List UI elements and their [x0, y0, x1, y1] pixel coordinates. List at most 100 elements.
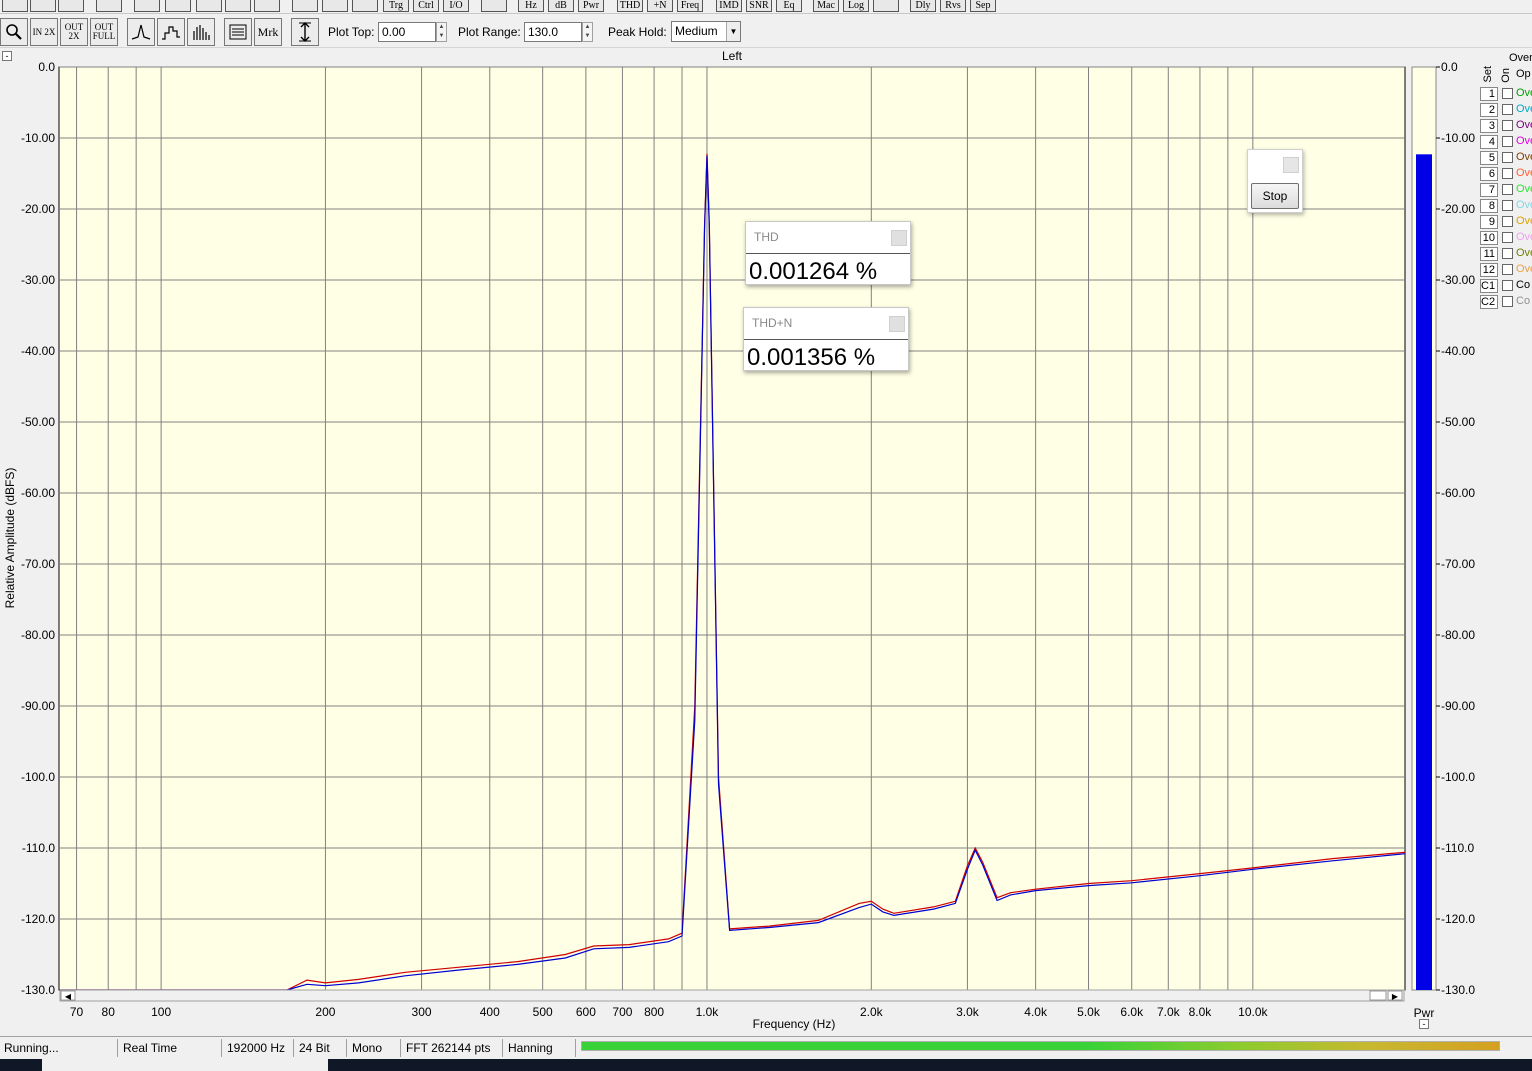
line-plot-icon[interactable] — [127, 18, 155, 46]
collapse-meter-button[interactable]: - — [1419, 1019, 1429, 1029]
overlay-on-checkbox[interactable] — [1502, 168, 1513, 179]
overlay-on-checkbox[interactable] — [1502, 200, 1513, 211]
multitone-icon[interactable] — [254, 0, 280, 12]
print-icon[interactable] — [96, 0, 122, 12]
record-icon[interactable] — [134, 0, 160, 12]
meter-tick-label: -120.0 — [1441, 912, 1475, 926]
scroll-thumb[interactable] — [1369, 990, 1387, 1001]
plot-range-input[interactable]: 130.0 — [524, 22, 582, 42]
close-icon[interactable] — [1283, 157, 1299, 173]
overlay-set-button[interactable]: 1 — [1480, 87, 1498, 101]
loop-icon[interactable] — [352, 0, 378, 12]
new-icon[interactable] — [2, 0, 28, 12]
meter-tick-label: -40.00 — [1441, 344, 1475, 358]
eq-button[interactable]: Eq — [776, 0, 802, 12]
collapse-plot-button[interactable]: - — [2, 51, 12, 61]
play-icon[interactable] — [196, 0, 222, 12]
fft-icon[interactable] — [292, 0, 318, 12]
plot-top-spinner[interactable]: ▲ ▼ — [436, 22, 447, 42]
plot-range-spinner[interactable]: ▲ ▼ — [582, 22, 593, 42]
rvs-button[interactable]: Rvs — [940, 0, 966, 12]
overlay-row: C1 Co — [1478, 278, 1532, 294]
thd-button[interactable]: THD — [617, 0, 643, 12]
ctrl-button[interactable]: Ctrl — [413, 0, 439, 12]
overlay-on-checkbox[interactable] — [1502, 280, 1513, 291]
overlay-on-checkbox[interactable] — [1502, 264, 1513, 275]
stop-window[interactable]: Stop — [1247, 149, 1303, 213]
io-button[interactable]: I/O — [443, 0, 469, 12]
overlay-on-checkbox[interactable] — [1502, 120, 1513, 131]
overlay-set-button[interactable]: 6 — [1480, 167, 1498, 181]
sep-button[interactable]: Sep — [970, 0, 996, 12]
generator-icon[interactable] — [165, 0, 191, 12]
alarm-icon[interactable] — [873, 0, 899, 12]
save-icon[interactable] — [58, 0, 84, 12]
dly-button[interactable]: Dly — [910, 0, 936, 12]
marker-button[interactable]: Mrk — [254, 18, 282, 46]
overlay-on-checkbox[interactable] — [1502, 296, 1513, 307]
stop-button[interactable]: Stop — [1251, 183, 1299, 209]
overlay-set-button[interactable]: 12 — [1480, 263, 1498, 277]
db-button[interactable]: dB — [548, 0, 574, 12]
overlay-set-button[interactable]: C2 — [1480, 295, 1498, 309]
x-tick-label: 80 — [102, 1005, 116, 1019]
overlay-set-button[interactable]: 3 — [1480, 119, 1498, 133]
overlay-name: Ove — [1516, 151, 1532, 163]
freq-button[interactable]: Freq — [677, 0, 703, 12]
overlay-set-button[interactable]: 7 — [1480, 183, 1498, 197]
close-icon[interactable] — [889, 316, 905, 332]
taskbar-search[interactable] — [42, 1059, 328, 1071]
log-button[interactable]: Log — [843, 0, 869, 12]
list-icon[interactable] — [224, 18, 252, 46]
clock-icon[interactable] — [481, 0, 507, 12]
chevron-down-icon[interactable]: ▼ — [726, 22, 740, 41]
plot-background — [58, 66, 1406, 991]
overlay-set-button[interactable]: 9 — [1480, 215, 1498, 229]
app-window: Trg Ctrl I/O Hz dB Pwr THD +N Freq IMD S… — [0, 0, 1532, 1071]
overlay-set-button[interactable]: 2 — [1480, 103, 1498, 117]
out-2x-button[interactable]: OUT 2X — [60, 18, 88, 46]
snr-button[interactable]: SNR — [746, 0, 772, 12]
in-2x-button[interactable]: IN 2X — [30, 18, 58, 46]
close-icon[interactable] — [891, 230, 907, 246]
overlay-on-checkbox[interactable] — [1502, 136, 1513, 147]
scope-icon[interactable] — [322, 0, 348, 12]
plot-top-input[interactable]: 0.00 — [378, 22, 436, 42]
plot-toolbar: IN 2X OUT 2X OUT FULL Mrk Plot Top: 0.00… — [0, 16, 1532, 48]
overlay-on-checkbox[interactable] — [1502, 88, 1513, 99]
overlay-on-checkbox[interactable] — [1502, 248, 1513, 259]
overlay-set-button[interactable]: 8 — [1480, 199, 1498, 213]
imd-button[interactable]: IMD — [716, 0, 742, 12]
thd-n-button[interactable]: +N — [647, 0, 673, 12]
pwr-button[interactable]: Pwr — [578, 0, 604, 12]
step-plot-icon[interactable] — [157, 18, 185, 46]
overlay-on-checkbox[interactable] — [1502, 216, 1513, 227]
overlay-set-button[interactable]: 4 — [1480, 135, 1498, 149]
mac-button[interactable]: Mac — [813, 0, 839, 12]
y-tick-label: -10.00 — [21, 131, 55, 145]
overlay-set-button[interactable]: 10 — [1480, 231, 1498, 245]
thd-n-readout-window[interactable]: THD+N 0.001356 % — [743, 307, 909, 371]
open-icon[interactable] — [30, 0, 56, 12]
hz-button[interactable]: Hz — [518, 0, 544, 12]
bar-plot-icon[interactable] — [187, 18, 215, 46]
overlay-on-checkbox[interactable] — [1502, 104, 1513, 115]
overlay-set-button[interactable]: C1 — [1480, 279, 1498, 293]
meter-tick-label: -30.00 — [1441, 273, 1475, 287]
out-full-button[interactable]: OUT FULL — [90, 18, 118, 46]
zoom-icon[interactable] — [0, 18, 28, 46]
autoscale-icon[interactable] — [291, 18, 319, 46]
overlay-set-button[interactable]: 5 — [1480, 151, 1498, 165]
thd-readout-window[interactable]: THD 0.001264 % — [745, 221, 911, 285]
status-channels: Mono — [348, 1039, 401, 1057]
overlay-set-column: Set — [1482, 66, 1494, 83]
overlay-name: Ove — [1516, 103, 1532, 115]
overlay-set-button[interactable]: 11 — [1480, 247, 1498, 261]
overlay-on-checkbox[interactable] — [1502, 232, 1513, 243]
overlay-on-checkbox[interactable] — [1502, 184, 1513, 195]
trg-button[interactable]: Trg — [383, 0, 409, 12]
horizontal-scrollbar[interactable] — [59, 989, 1405, 1002]
peak-hold-select[interactable]: Medium ▼ — [671, 21, 741, 42]
overlay-on-checkbox[interactable] — [1502, 152, 1513, 163]
spectrum-icon[interactable] — [225, 0, 251, 12]
